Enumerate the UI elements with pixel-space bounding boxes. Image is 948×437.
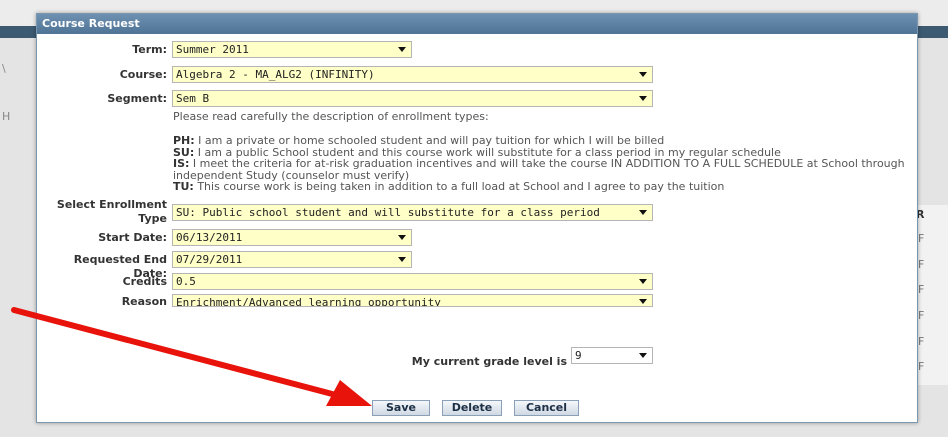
chevron-down-icon bbox=[639, 279, 647, 284]
reason-value: Enrichment/Advanced learning opportunity bbox=[176, 296, 441, 307]
chevron-down-icon bbox=[398, 235, 406, 240]
enrollment-type-select[interactable]: SU: Public school student and will subst… bbox=[172, 204, 653, 221]
start-date-value: 06/13/2011 bbox=[176, 231, 243, 244]
term-label: Term: bbox=[132, 43, 167, 56]
grade-level-value: 9 bbox=[575, 349, 582, 362]
end-date-select[interactable]: 07/29/2011 bbox=[172, 251, 412, 268]
segment-label: Segment: bbox=[107, 92, 167, 105]
course-request-dialog: Course Request Term: Summer 2011 Course:… bbox=[36, 13, 918, 423]
chevron-down-icon bbox=[639, 210, 647, 215]
background-cell: F bbox=[918, 232, 925, 245]
chevron-down-icon bbox=[639, 299, 647, 304]
background-cell: F bbox=[918, 309, 925, 322]
delete-button[interactable]: Delete bbox=[442, 400, 502, 416]
enrollment-instructions-intro: Please read carefully the description of… bbox=[173, 110, 489, 123]
enrollment-type-label-line2: Type bbox=[138, 212, 167, 225]
tu-text: This course work is being taken in addit… bbox=[193, 180, 725, 193]
tu-code: TU: bbox=[173, 180, 194, 193]
cancel-button[interactable]: Cancel bbox=[514, 400, 579, 416]
course-label: Course: bbox=[119, 68, 167, 81]
credits-label: Credits bbox=[122, 275, 167, 288]
background-cell: F bbox=[918, 360, 925, 373]
course-value: Algebra 2 - MA_ALG2 (INFINITY) bbox=[176, 68, 375, 81]
enrollment-type-label: Select Enrollment Type bbox=[37, 198, 167, 226]
instruction-tu: TU: This course work is being taken in a… bbox=[173, 181, 724, 193]
background-left-mark: H bbox=[2, 110, 11, 123]
start-date-label: Start Date: bbox=[98, 231, 167, 244]
credits-value: 0.5 bbox=[176, 275, 196, 288]
dialog-title: Course Request bbox=[37, 14, 917, 34]
enrollment-type-label-line1: Select Enrollment bbox=[56, 198, 167, 211]
reason-label: Reason bbox=[121, 295, 167, 308]
chevron-down-icon bbox=[639, 353, 647, 358]
background-cell: F bbox=[918, 258, 925, 271]
background-cell: F bbox=[918, 335, 925, 348]
course-select[interactable]: Algebra 2 - MA_ALG2 (INFINITY) bbox=[172, 66, 653, 83]
chevron-down-icon bbox=[639, 96, 647, 101]
chevron-down-icon bbox=[639, 72, 647, 77]
term-value: Summer 2011 bbox=[176, 43, 249, 56]
credits-select[interactable]: 0.5 bbox=[172, 273, 653, 290]
chevron-down-icon bbox=[398, 257, 406, 262]
grade-level-select[interactable]: 9 bbox=[571, 347, 653, 364]
term-select[interactable]: Summer 2011 bbox=[172, 41, 412, 58]
enrollment-type-value: SU: Public school student and will subst… bbox=[176, 206, 600, 219]
chevron-down-icon bbox=[398, 47, 406, 52]
segment-select[interactable]: Sem B bbox=[172, 90, 653, 107]
background-cell: F bbox=[918, 283, 925, 296]
grade-level-label: My current grade level is bbox=[411, 355, 567, 368]
background-left-mark: \ bbox=[2, 62, 6, 75]
end-date-value: 07/29/2011 bbox=[176, 253, 243, 266]
save-button[interactable]: Save bbox=[372, 400, 430, 416]
reason-select[interactable]: Enrichment/Advanced learning opportunity bbox=[172, 294, 653, 307]
segment-value: Sem B bbox=[176, 92, 210, 105]
start-date-select[interactable]: 06/13/2011 bbox=[172, 229, 412, 246]
